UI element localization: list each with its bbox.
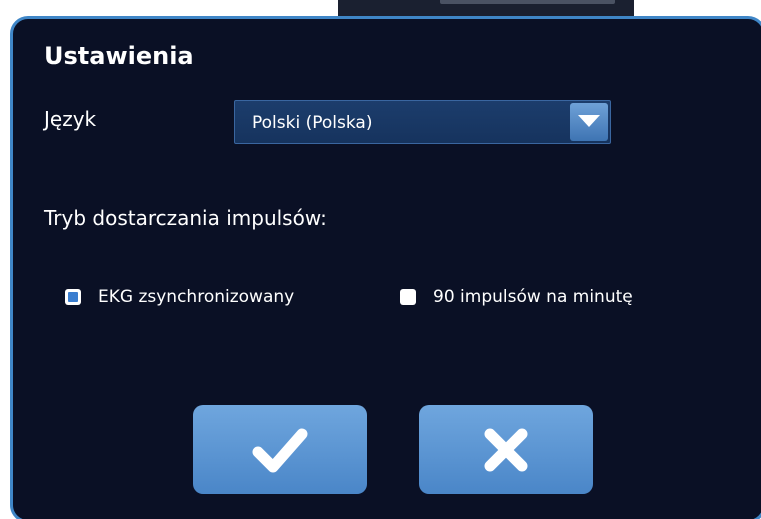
dialog-title: Ustawienia <box>44 42 194 70</box>
ekg-synchronized-checkbox[interactable] <box>65 289 81 305</box>
language-label: Język <box>44 107 97 131</box>
pulses-per-minute-label: 90 impulsów na minutę <box>433 287 633 307</box>
language-select-value: Polski (Polska) <box>252 113 373 133</box>
screen: Ustawienia Język Polski (Polska) Tryb do… <box>0 0 761 519</box>
background-window-text <box>440 0 615 4</box>
language-select[interactable]: Polski (Polska) <box>234 100 611 144</box>
chevron-down-icon <box>578 115 600 127</box>
cancel-button[interactable] <box>419 405 593 494</box>
pulses-per-minute-checkbox[interactable] <box>400 289 416 305</box>
option-90-pulses-per-minute[interactable]: 90 impulsów na minutę <box>400 285 700 311</box>
pulse-mode-label: Tryb dostarczania impulsów: <box>44 206 327 230</box>
checkmark-icon <box>252 428 308 472</box>
confirm-button[interactable] <box>193 405 367 494</box>
settings-dialog: Ustawienia Język Polski (Polska) Tryb do… <box>10 16 761 519</box>
ekg-synchronized-label: EKG zsynchronizowany <box>98 287 295 307</box>
x-icon <box>484 428 528 471</box>
dropdown-button[interactable] <box>570 103 608 141</box>
option-ekg-synchronized[interactable]: EKG zsynchronizowany <box>65 285 355 311</box>
